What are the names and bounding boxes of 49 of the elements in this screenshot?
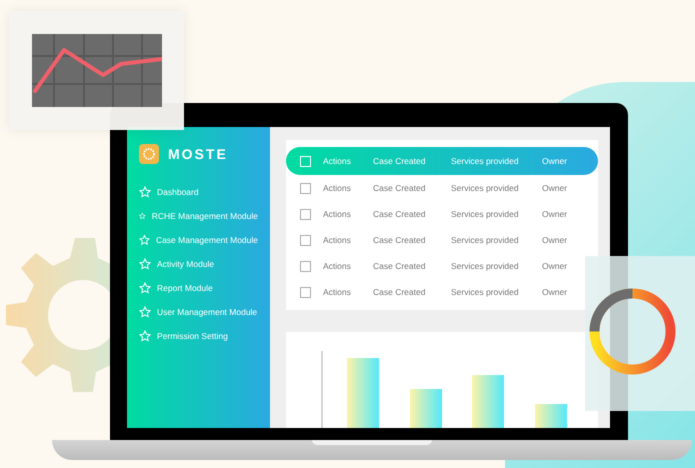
checkbox[interactable] bbox=[300, 286, 311, 298]
table-cell-text: Services provided bbox=[451, 261, 520, 271]
table-cell-text: Owner bbox=[542, 261, 568, 271]
logo-icon bbox=[139, 144, 159, 164]
sidebar-item[interactable]: Dashboard bbox=[139, 180, 258, 204]
table-cell-text: Services provided bbox=[451, 183, 520, 193]
table-cell-text: Actions bbox=[323, 235, 352, 245]
table-cell-text: Actions bbox=[323, 209, 352, 219]
table-cell-text: Case Created bbox=[373, 183, 426, 193]
table-cell-text: Services provided bbox=[451, 209, 520, 219]
sidebar-item[interactable]: Activity Module bbox=[139, 252, 258, 276]
chart-bar bbox=[472, 375, 504, 428]
sidebar-item[interactable]: Case Management Module bbox=[139, 228, 258, 252]
table-cell-text: Actions bbox=[323, 261, 352, 271]
sidebar-item[interactable]: Permission Setting bbox=[139, 324, 258, 348]
app-logo: MOSTE bbox=[168, 146, 228, 162]
chart-bar bbox=[347, 358, 379, 428]
star-icon bbox=[139, 306, 151, 318]
table-cell-text: Owner bbox=[542, 235, 568, 245]
table-cell-text: Case Created bbox=[373, 209, 426, 219]
column-header: Services provided bbox=[451, 156, 520, 166]
table-cell-text: Services provided bbox=[451, 287, 520, 297]
star-icon bbox=[139, 186, 151, 198]
checkbox[interactable] bbox=[300, 208, 311, 220]
table-cell-text: Case Created bbox=[373, 261, 426, 271]
star-icon bbox=[139, 258, 151, 270]
sidebar-item[interactable]: RCHE Management Module bbox=[139, 204, 258, 228]
table-cell-text: Case Created bbox=[373, 235, 426, 245]
sidebar-item[interactable]: Report Module bbox=[139, 276, 258, 300]
column-header: Actions bbox=[323, 156, 352, 166]
star-icon bbox=[139, 330, 151, 342]
column-header: Case Created bbox=[373, 156, 426, 166]
chart-bar bbox=[535, 404, 567, 428]
table-cell-text: Owner bbox=[542, 183, 568, 193]
sidebar-item[interactable]: User Management Module bbox=[139, 300, 258, 324]
checkbox[interactable] bbox=[300, 182, 311, 194]
checkbox[interactable] bbox=[300, 234, 311, 246]
star-icon bbox=[139, 282, 151, 294]
table-cell-text: Services provided bbox=[451, 235, 520, 245]
table-cell-text: Owner bbox=[542, 287, 568, 297]
table-cell-text: Case Created bbox=[373, 287, 426, 297]
star-icon bbox=[139, 210, 146, 222]
chart-bar bbox=[410, 389, 442, 428]
column-header: Owner bbox=[542, 156, 568, 166]
table-cell-text: Actions bbox=[323, 287, 352, 297]
star-icon bbox=[139, 234, 150, 246]
checkbox[interactable] bbox=[300, 260, 311, 272]
table-cell-text: Actions bbox=[323, 183, 352, 193]
table-cell-text: Owner bbox=[542, 209, 568, 219]
